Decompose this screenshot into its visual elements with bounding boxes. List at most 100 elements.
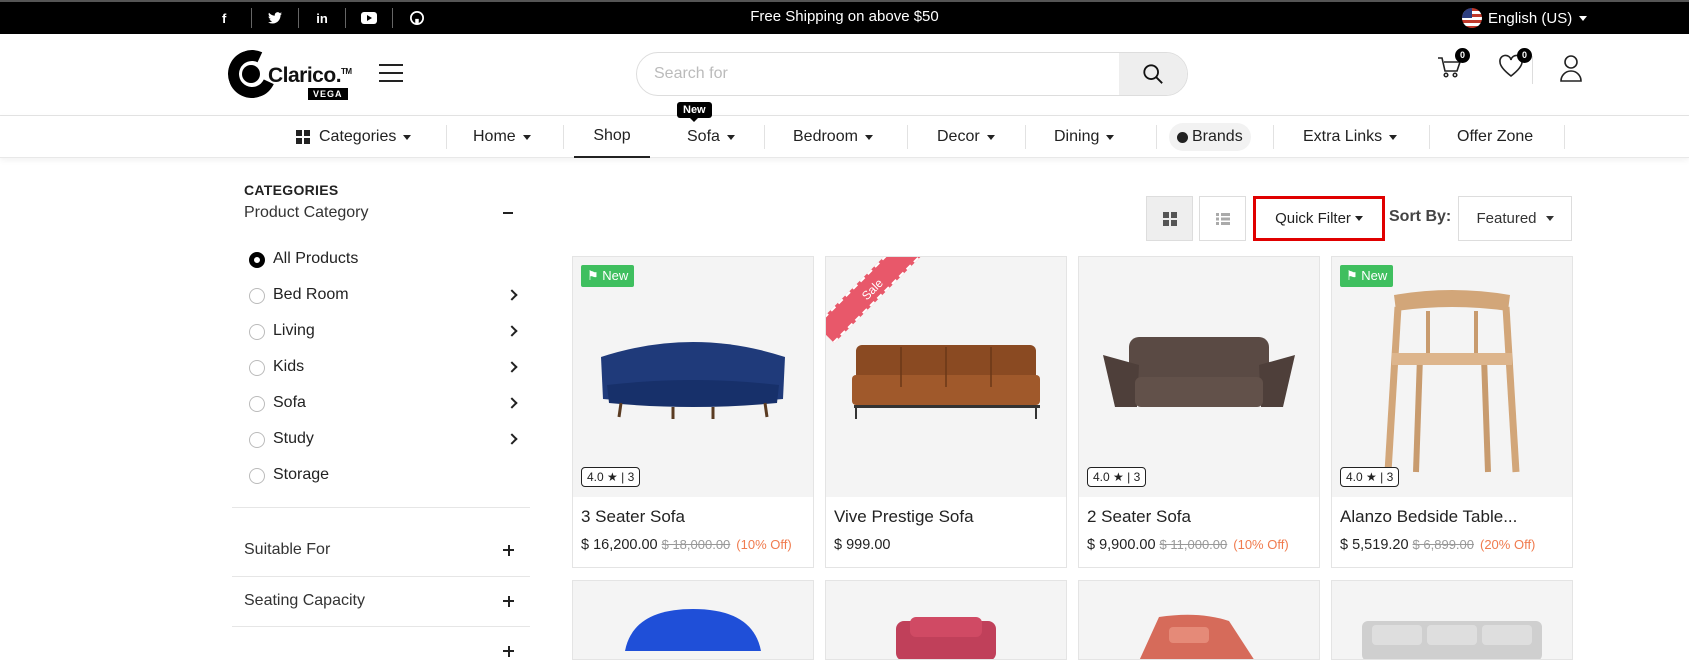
product-image[interactable] [1332,257,1572,497]
new-badge: ⚑ New [1340,265,1394,287]
product-card[interactable]: 4.0 ★ | 3 2 Seater Sofa $ 9,900.00 $ 11,0… [1078,256,1320,568]
chevron-right-icon[interactable] [506,289,518,301]
nav-separator [907,125,908,149]
divider [232,576,530,577]
nav-home[interactable]: Home [473,116,531,158]
product-card[interactable] [572,580,814,660]
radio-all-products[interactable] [249,252,265,268]
grid-icon [296,130,310,144]
price: $ 9,900.00 [1087,537,1156,553]
star-icon: ★ [1113,470,1124,484]
nav-extra-links[interactable]: Extra Links [1303,116,1398,158]
category-label[interactable]: Bed Room [273,286,349,304]
product-card[interactable]: ⚑ New 4.0 ★ | 3 Alanzo Bedside Table... … [1331,256,1573,568]
nav-separator [1429,125,1430,149]
product-card[interactable]: ⚑ New 4.0 ★ | 3 3 Seater Sofa $ 16,200.0… [572,256,814,568]
nav-label: Home [473,128,516,145]
grid-view-button[interactable] [1146,196,1193,241]
collapse-icon[interactable] [503,212,513,214]
nav-sofa[interactable]: Sofa [687,116,735,158]
sofa-image [1362,621,1542,659]
nav-label: Extra Links [1303,128,1383,145]
category-label[interactable]: Kids [273,358,304,376]
chevron-down-icon [1354,216,1363,221]
chevron-down-icon [1545,216,1554,221]
new-tag: New [677,102,712,122]
nav-label: Dining [1054,128,1100,145]
rating-badge: 4.0 ★ | 3 [1087,467,1147,487]
radio-living[interactable] [249,324,265,340]
search-button[interactable] [1119,53,1187,95]
search-bar [636,52,1188,96]
shipping-banner: Free Shipping on above $50 [750,8,939,25]
filter-seating-capacity[interactable]: Seating Capacity [244,592,365,610]
quick-filter-button[interactable]: Quick Filter [1253,196,1385,241]
product-price: $ 16,200.00 $ 18,000.00 (10% Off) [581,537,792,553]
expand-icon[interactable] [503,596,514,607]
rating-value: 4.0 [1093,470,1110,484]
nav-categories[interactable]: Categories [296,116,412,158]
language-selector[interactable]: English (US) [1462,8,1588,28]
expand-icon[interactable] [503,545,514,556]
nav-decor[interactable]: Decor [937,116,995,158]
category-label[interactable]: Living [273,322,315,340]
chevron-right-icon[interactable] [506,397,518,409]
product-name[interactable]: Vive Prestige Sofa [834,507,974,527]
radio-kids[interactable] [249,360,265,376]
header-divider [1532,56,1533,84]
discount: (10% Off) [1233,537,1289,552]
user-icon [1560,55,1582,82]
rating-badge: 4.0 ★ | 3 [1340,467,1400,487]
radio-storage[interactable] [249,468,265,484]
radio-study[interactable] [249,432,265,448]
nav-shop[interactable]: Shop [574,116,650,158]
review-count: 3 [627,470,635,484]
chevron-right-icon[interactable] [506,433,518,445]
radio-sofa[interactable] [249,396,265,412]
nav-separator [1564,125,1565,149]
chevron-right-icon[interactable] [506,325,518,337]
product-image[interactable] [1079,257,1319,497]
cart-button[interactable]: 0 [1436,48,1470,84]
product-category-title[interactable]: Product Category [244,204,369,222]
wishlist-button[interactable]: 0 [1498,48,1532,84]
category-label[interactable]: All Products [273,250,358,268]
nav-dining[interactable]: Dining [1054,116,1115,158]
hamburger-menu-icon[interactable] [379,64,403,82]
account-button[interactable] [1559,54,1585,84]
product-image[interactable] [573,257,813,497]
divider [232,507,530,508]
product-card[interactable] [1331,580,1573,660]
nav-offer-zone[interactable]: Offer Zone [1457,116,1533,158]
category-label[interactable]: Study [273,430,314,448]
product-card[interactable] [825,580,1067,660]
sort-select[interactable]: Featured [1458,196,1572,241]
filter-suitable-for[interactable]: Suitable For [244,541,330,559]
grid-view-icon [1162,211,1177,226]
category-label[interactable]: Storage [273,466,329,484]
radio-bed-room[interactable] [249,288,265,304]
product-name[interactable]: 2 Seater Sofa [1087,507,1191,527]
rating-badge: 4.0 ★ | 3 [581,467,641,487]
nav-separator [563,125,564,149]
chevron-down-icon [726,134,735,140]
category-label[interactable]: Sofa [273,394,306,412]
product-name[interactable]: Alanzo Bedside Table... [1340,507,1517,527]
chair-image [896,617,996,659]
chevron-down-icon [1106,134,1115,140]
product-name[interactable]: 3 Seater Sofa [581,507,685,527]
nav-label: Offer Zone [1457,128,1534,145]
divider [232,626,530,627]
product-card[interactable]: Sale Vive Prestige Sofa $ 999.00 [825,256,1067,568]
search-input[interactable] [637,53,1123,95]
nav-brands[interactable]: Brands [1169,116,1251,158]
nav-bedroom[interactable]: Bedroom [793,116,873,158]
list-view-button[interactable] [1199,196,1246,241]
product-price: $ 5,519.20 $ 6,899.00 (20% Off) [1340,537,1535,553]
chevron-right-icon[interactable] [506,361,518,373]
logo[interactable]: Clarico.TM VEGA [221,43,352,105]
sofa-image [601,342,785,419]
sofa-image [1103,337,1295,407]
logo-text: Clarico.TM [268,64,352,87]
product-card[interactable] [1078,580,1320,660]
